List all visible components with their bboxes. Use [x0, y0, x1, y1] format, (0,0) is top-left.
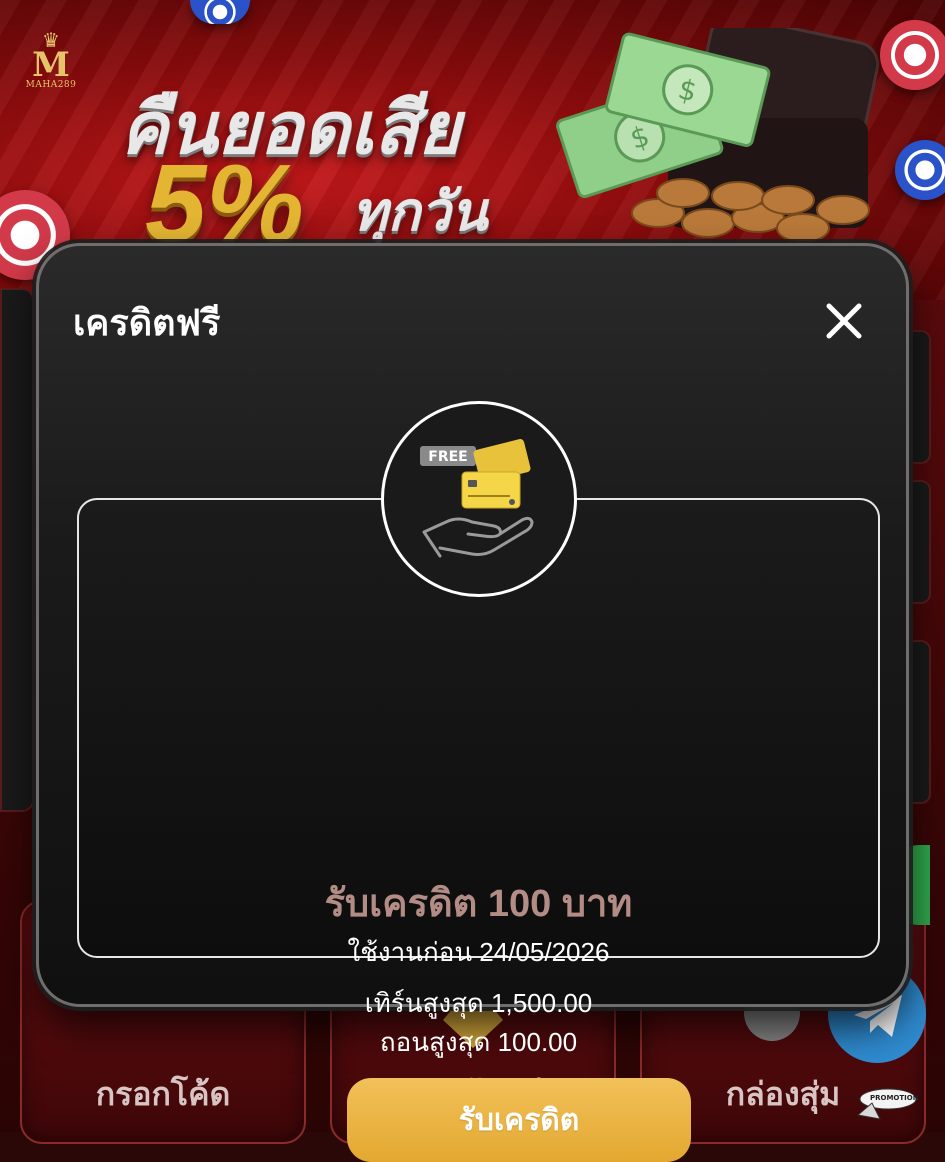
- max-withdraw-text: ถอนสูงสุด 100.00: [379, 1027, 578, 1057]
- expiry-text: ใช้งานก่อน 24/05/2026: [347, 937, 610, 967]
- close-icon: [826, 303, 862, 339]
- logo-text: MAHA289: [25, 80, 77, 90]
- modal-title: เครดิตฟรี: [73, 302, 221, 343]
- tile-label: กรอกโค้ด: [95, 1076, 231, 1112]
- free-credit-icon-circle: FREE: [381, 401, 577, 597]
- claim-credit-button[interactable]: รับเครดิต: [347, 1078, 691, 1162]
- promotion-badge-text: PROMOTION: [870, 1094, 919, 1102]
- max-turnover-text: เทิร์นสูงสุด 1,500.00: [364, 988, 593, 1018]
- free-credit-card-hand-icon: FREE: [420, 439, 534, 558]
- free-credit-modal: เครดิตฟรี รับเครดิต 100 บาท ใช้งานก่อน 2…: [36, 243, 909, 1162]
- close-button[interactable]: [819, 296, 869, 346]
- brand-logo: ♛ M MAHA289: [22, 30, 80, 90]
- promotion-badge[interactable]: PROMOTION: [840, 1085, 920, 1125]
- megaphone-icon: [856, 1088, 917, 1120]
- free-badge-text: FREE: [428, 449, 467, 465]
- money-chest-illustration: $ $: [556, 28, 880, 243]
- banner-frequency: ทุกวัน: [352, 182, 488, 242]
- logo-mark: M: [32, 45, 70, 85]
- casino-chip-decoration: [880, 20, 945, 90]
- side-panel-left: [0, 288, 34, 812]
- credit-amount-title: รับเครดิต 100 บาท: [324, 883, 633, 925]
